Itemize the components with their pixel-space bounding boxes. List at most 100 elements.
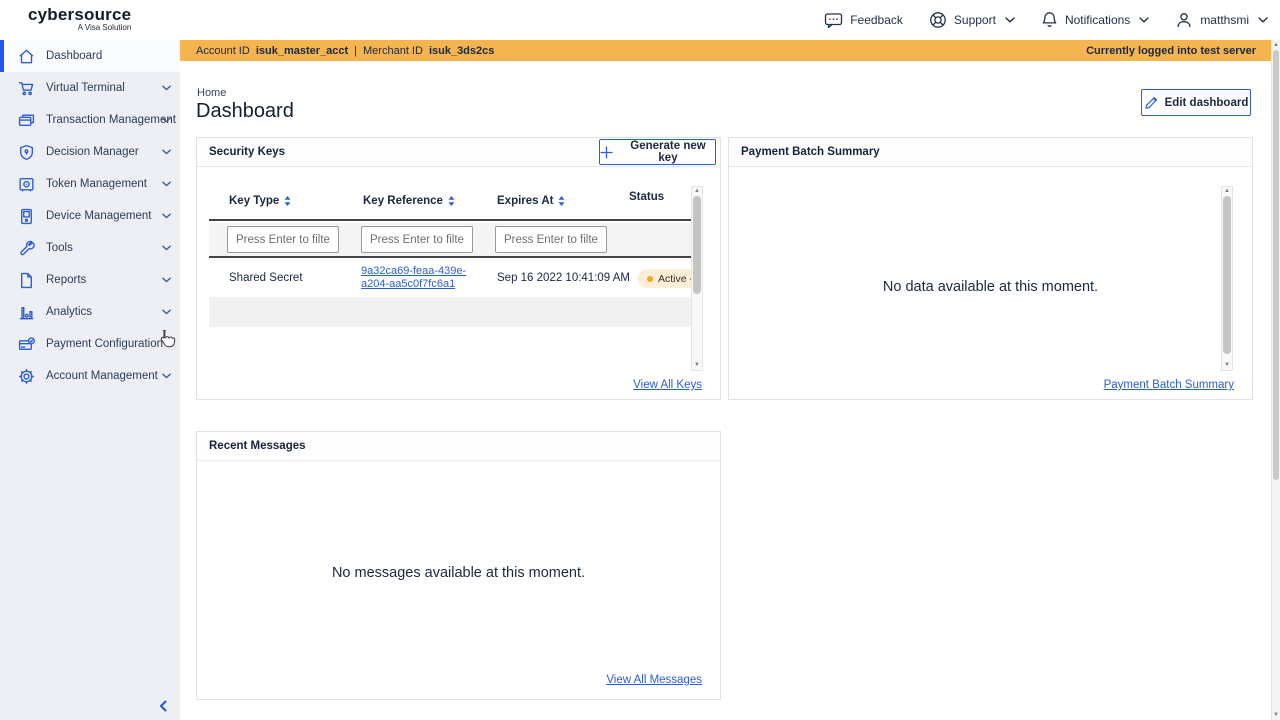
sidebar-item-payment-configuration[interactable]: Payment Configuration xyxy=(0,328,180,360)
chevron-down-icon xyxy=(1258,17,1268,23)
generate-new-key-label: Generate new key xyxy=(621,140,715,164)
empty-table-stripe xyxy=(209,297,691,327)
shield-lock-icon xyxy=(18,144,35,161)
sidebar-item-label: Virtual Terminal xyxy=(46,82,125,94)
sidebar-nav: Dashboard Virtual Terminal Transaction M… xyxy=(0,40,180,720)
sidebar-item-account-management[interactable]: Account Management xyxy=(0,360,180,392)
merchant-id-value: isuk_3ds2cs xyxy=(429,45,494,57)
cart-icon xyxy=(18,80,35,97)
account-merchant-info: Account ID isuk_master_acct | Merchant I… xyxy=(196,45,494,57)
sidebar-item-label: Decision Manager xyxy=(46,146,139,158)
breadcrumb[interactable]: Home xyxy=(197,87,226,99)
sidebar-item-decision-manager[interactable]: Decision Manager xyxy=(0,136,180,168)
sidebar-item-label: Account Management xyxy=(46,370,158,382)
expires-at-filter-input[interactable] xyxy=(495,226,607,253)
table-scrollbar[interactable]: ▲ ▼ xyxy=(691,186,703,371)
scroll-up-arrow-icon[interactable]: ▲ xyxy=(1272,41,1280,49)
column-header-key-reference[interactable]: Key Reference xyxy=(363,195,455,207)
active-indicator xyxy=(0,40,4,72)
key-type-filter-input[interactable] xyxy=(227,226,339,253)
chevron-down-icon xyxy=(162,85,171,91)
environment-banner: Account ID isuk_master_acct | Merchant I… xyxy=(180,40,1272,61)
scroll-down-arrow-icon[interactable]: ▼ xyxy=(1272,711,1280,719)
scrollbar-thumb[interactable] xyxy=(1273,50,1279,480)
sort-icon xyxy=(558,196,565,206)
indicator xyxy=(0,296,4,328)
table-header-row: Key Type Key Reference Expires At Status xyxy=(209,186,691,221)
column-header-status: Status xyxy=(629,191,664,203)
bar-chart-icon xyxy=(18,304,35,321)
page-scrollbar[interactable]: ▲ ▼ xyxy=(1271,40,1280,720)
chevron-down-icon xyxy=(162,181,171,187)
scrollbar-thumb[interactable] xyxy=(1223,196,1231,354)
edit-dashboard-button[interactable]: Edit dashboard xyxy=(1141,89,1251,116)
chevron-down-icon xyxy=(162,277,171,283)
sidebar-item-label: Payment Configuration xyxy=(46,338,163,350)
feedback-label: Feedback xyxy=(850,13,903,27)
sidebar-item-transaction-management[interactable]: Transaction Management xyxy=(0,104,180,136)
document-icon xyxy=(18,272,35,289)
view-all-messages-link[interactable]: View All Messages xyxy=(606,674,702,686)
cards-icon xyxy=(18,112,35,129)
account-id-value: isuk_master_acct xyxy=(256,45,348,57)
recent-messages-panel: Recent Messages No messages available at… xyxy=(196,431,721,700)
scroll-down-arrow-icon[interactable]: ▼ xyxy=(1222,362,1232,369)
chevron-down-icon xyxy=(162,373,171,379)
scroll-down-arrow-icon[interactable]: ▼ xyxy=(692,362,702,369)
support-menu[interactable]: Support xyxy=(929,11,1015,29)
sidebar-collapse-button[interactable] xyxy=(159,700,167,712)
notifications-label: Notifications xyxy=(1065,13,1130,27)
chevron-down-icon xyxy=(162,245,171,251)
scrollbar-thumb[interactable] xyxy=(693,196,701,294)
chevron-down-icon xyxy=(1139,17,1149,23)
header-actions: Feedback Support xyxy=(824,0,1268,40)
generate-new-key-button[interactable]: Generate new key xyxy=(599,139,716,165)
pencil-icon xyxy=(1144,96,1158,110)
feedback-button[interactable]: Feedback xyxy=(824,12,903,29)
payment-batch-summary-link[interactable]: Payment Batch Summary xyxy=(1104,379,1234,391)
user-menu[interactable]: matthsmi xyxy=(1175,11,1268,29)
bell-icon xyxy=(1041,11,1058,29)
key-reference-link[interactable]: 9a32ca69-feaa-439e-a204-aa5c0f7fc6a1 xyxy=(361,265,467,291)
view-all-keys-link[interactable]: View All Keys xyxy=(633,379,702,391)
sidebar-item-reports[interactable]: Reports xyxy=(0,264,180,296)
sidebar-item-label: Device Management xyxy=(46,210,151,222)
sidebar-item-virtual-terminal[interactable]: Virtual Terminal xyxy=(0,72,180,104)
cybersource-logo[interactable]: cybersource A Visa Solution xyxy=(28,6,131,33)
payment-config-icon xyxy=(18,336,35,353)
no-data-message: No data available at this moment. xyxy=(729,279,1252,295)
merchant-id-label: Merchant ID xyxy=(363,45,423,57)
sidebar-item-dashboard[interactable]: Dashboard xyxy=(0,40,180,72)
sort-icon xyxy=(448,196,455,206)
column-header-key-type[interactable]: Key Type xyxy=(229,195,291,207)
sidebar-item-analytics[interactable]: Analytics xyxy=(0,296,180,328)
batch-scrollbar[interactable]: ▲ ▼ xyxy=(1221,186,1233,371)
test-server-status: Currently logged into test server xyxy=(1086,45,1256,57)
plus-icon xyxy=(600,146,613,159)
username-label: matthsmi xyxy=(1200,13,1249,27)
security-keys-panel: Security Keys Generate new key Key Type … xyxy=(196,137,721,400)
sidebar-item-token-management[interactable]: Token Management xyxy=(0,168,180,200)
home-icon xyxy=(18,48,35,65)
indicator xyxy=(0,328,4,360)
vault-icon xyxy=(18,176,35,193)
indicator xyxy=(0,200,4,232)
top-header: cybersource A Visa Solution Feedback xyxy=(0,0,1280,40)
edit-dashboard-label: Edit dashboard xyxy=(1165,97,1249,109)
indicator xyxy=(0,264,4,296)
key-reference-filter-input[interactable] xyxy=(361,226,473,253)
scroll-up-arrow-icon[interactable]: ▲ xyxy=(1222,188,1232,195)
payment-batch-summary-panel: Payment Batch Summary No data available … xyxy=(728,137,1253,400)
sidebar-item-label: Dashboard xyxy=(46,50,102,62)
support-icon xyxy=(929,11,947,29)
scroll-up-arrow-icon[interactable]: ▲ xyxy=(692,188,702,195)
sidebar-item-label: Reports xyxy=(46,274,86,286)
logo-tagline: A Visa Solution xyxy=(28,23,131,33)
wrench-icon xyxy=(18,240,35,257)
column-label: Key Reference xyxy=(363,195,443,207)
sidebar-item-device-management[interactable]: Device Management xyxy=(0,200,180,232)
security-keys-table: Key Type Key Reference Expires At Status xyxy=(209,186,703,371)
notifications-menu[interactable]: Notifications xyxy=(1041,11,1149,29)
sidebar-item-tools[interactable]: Tools xyxy=(0,232,180,264)
column-header-expires-at[interactable]: Expires At xyxy=(497,195,565,207)
